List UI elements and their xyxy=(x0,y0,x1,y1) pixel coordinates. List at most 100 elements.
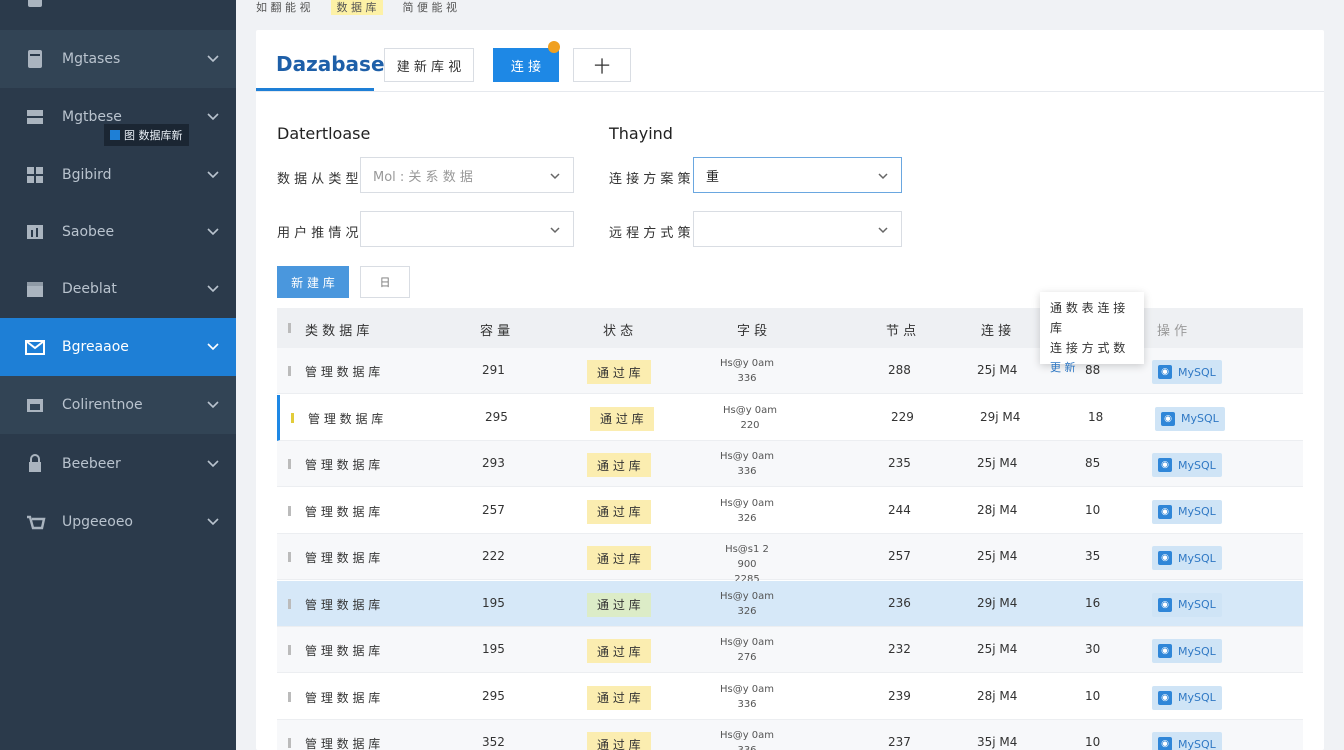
reset-button[interactable]: 日 xyxy=(360,266,410,298)
cell-field: Hs@y 0am 336 xyxy=(717,728,777,750)
mysql-action-button[interactable]: ◉ MySQL xyxy=(1152,499,1222,524)
chart-icon xyxy=(24,221,46,243)
breadcrumb-item-active[interactable]: 数 据 库 xyxy=(330,0,383,15)
table-row[interactable]: 管 理 数 据 库 295 通 过 库 Hs@y 0am 220 229 29j M4 18 ◉… xyxy=(277,394,1303,441)
cell-field-line: Hs@y 0am xyxy=(719,497,775,509)
breadcrumb-item[interactable]: 如 翻 能 视 xyxy=(256,0,311,15)
mysql-action-button[interactable]: ◉ MySQL xyxy=(1152,360,1222,384)
notification-badge xyxy=(548,41,560,53)
mysql-action-button[interactable]: ◉ MySQL xyxy=(1155,406,1225,431)
table-row[interactable]: 管 理 数 据 库 352 通 过 库 Hs@y 0am 336 237 35j M4 10 ◉… xyxy=(277,720,1303,750)
cell-node: 237 xyxy=(888,735,911,749)
connect-button[interactable]: 连 接 xyxy=(493,48,559,82)
sidebar-item-label: Beebeer xyxy=(62,456,121,472)
column-header[interactable]: 连 接 xyxy=(981,320,1011,339)
database-icon: ◉ xyxy=(1158,365,1172,379)
add-tab-button[interactable]: 十 xyxy=(573,48,631,82)
cell-field-line: 326 xyxy=(737,605,757,617)
chevron-down-icon xyxy=(207,113,219,121)
cell-field-line: 220 xyxy=(740,419,760,431)
breadcrumb-item[interactable]: 简 便 能 视 xyxy=(403,0,458,15)
field-label: 数 据 从 类 型 : xyxy=(277,172,368,187)
cell-connection: 25j M4 xyxy=(977,363,1018,377)
chevron-down-icon xyxy=(207,460,219,468)
mysql-action-button[interactable]: ◉ MySQL xyxy=(1152,732,1222,750)
cell-field-line: Hs@y 0am xyxy=(719,590,775,602)
mysql-action-button[interactable]: ◉ MySQL xyxy=(1152,592,1222,617)
mysql-action-button[interactable]: ◉ MySQL xyxy=(1152,639,1222,663)
table-row[interactable]: 管 理 数 据 库 195 通 过 库 Hs@y 0am 326 236 29j M4 16 ◉… xyxy=(277,580,1303,627)
table-row[interactable]: 管 理 数 据 库 222 通 过 库 Hs@s1 2 900 2285 257 25j M… xyxy=(277,534,1303,585)
column-header[interactable]: 类 数 据 库 xyxy=(305,320,369,339)
database-icon: ◉ xyxy=(1158,597,1172,612)
mysql-action-button[interactable]: ◉ MySQL xyxy=(1152,685,1222,710)
connection-scheme-select[interactable]: 重 xyxy=(693,157,902,193)
create-button[interactable]: 新 建 库 xyxy=(277,266,349,298)
cell-field-line: 336 xyxy=(737,373,757,384)
table-row[interactable]: 管 理 数 据 库 291 通 过 库 Hs@y 0am 336 288 25j M4 88 ◉… xyxy=(277,348,1303,394)
sidebar-item-label: Bgreaaoe xyxy=(62,339,129,355)
sidebar-item-mgtases[interactable]: Mgtases xyxy=(0,30,236,88)
cell-node: 239 xyxy=(888,688,911,703)
tab-database[interactable]: Dazabase xyxy=(276,52,385,76)
table-row[interactable]: 管 理 数 据 库 293 通 过 库 Hs@y 0am 336 235 25j M4 85 ◉… xyxy=(277,441,1303,487)
sidebar-item-upgeeoeo[interactable]: Upgeeoeo xyxy=(0,493,236,551)
sidebar-tooltip: 图 数据库新 xyxy=(104,124,189,146)
sidebar-item-bgibird[interactable]: Bgibird xyxy=(0,146,236,204)
sidebar-item-saobee[interactable]: Saobee xyxy=(0,203,236,261)
cell-connection: 28j M4 xyxy=(977,688,1018,703)
database-icon: ◉ xyxy=(1161,411,1175,426)
cell-name: 管 理 数 据 库 xyxy=(305,644,381,658)
database-icon xyxy=(24,0,46,10)
tab-active-indicator xyxy=(256,88,374,91)
popover-link[interactable]: 更 新 xyxy=(1050,358,1134,378)
sidebar-item-label: Bgibird xyxy=(62,167,112,183)
table-row[interactable]: 管 理 数 据 库 195 通 过 库 Hs@y 0am 276 232 25j M4 30 ◉… xyxy=(277,627,1303,673)
cell-name: 管 理 数 据 库 xyxy=(305,504,381,519)
table-row[interactable]: 管 理 数 据 库 295 通 过 库 Hs@y 0am 336 239 28j M4 10 ◉… xyxy=(277,673,1303,720)
sidebar-item-bgreaaoe[interactable]: Bgreaaoe xyxy=(0,318,236,376)
cell-capacity: 352 xyxy=(482,735,505,749)
cell-capacity: 222 xyxy=(482,549,505,563)
popover-line[interactable]: 连 接 方 式 数 xyxy=(1050,338,1134,358)
lock-icon xyxy=(24,453,46,475)
table-row[interactable]: 管 理 数 据 库 257 通 过 库 Hs@y 0am 326 244 28j M4 10 ◉… xyxy=(277,487,1303,534)
sidebar-item-beebeer[interactable]: Beebeer xyxy=(0,435,236,493)
sidebar-item-deeblat[interactable]: Deeblat xyxy=(0,260,236,318)
mysql-label: MySQL xyxy=(1181,412,1219,425)
remote-mode-select[interactable] xyxy=(693,211,902,247)
cell-connection: 29j M4 xyxy=(977,595,1018,610)
mysql-label: MySQL xyxy=(1178,505,1216,518)
column-header[interactable]: 操 作 xyxy=(1157,320,1187,339)
cell-connection: 25j M4 xyxy=(977,456,1018,470)
sidebar-item-label: Saobee xyxy=(62,224,115,240)
chevron-down-icon xyxy=(878,227,888,234)
row-marker xyxy=(288,366,291,376)
column-header[interactable]: 节 点 xyxy=(886,320,916,339)
popover-line[interactable]: 通 数 表 连 接 库 xyxy=(1050,298,1134,338)
mysql-action-button[interactable]: ◉ MySQL xyxy=(1152,546,1222,570)
column-header[interactable]: 字 段 xyxy=(737,320,767,339)
user-status-select[interactable] xyxy=(360,211,574,247)
database-type-select[interactable]: Mol : 关 系 数 据 xyxy=(360,157,574,193)
cell-count: 85 xyxy=(1085,456,1101,470)
column-header[interactable]: 容 量 xyxy=(480,320,510,339)
cart-icon xyxy=(24,511,46,533)
mysql-action-button[interactable]: ◉ MySQL xyxy=(1152,453,1222,477)
database-icon: ◉ xyxy=(1158,551,1172,565)
column-header[interactable]: 状 态 xyxy=(603,320,633,339)
sidebar-item-label: Mgtases xyxy=(62,51,121,67)
new-database-button[interactable]: 建 新 库 视 xyxy=(384,48,474,82)
cell-count: 30 xyxy=(1085,642,1101,656)
chevron-down-icon xyxy=(207,55,219,63)
cell-capacity: 295 xyxy=(482,688,505,703)
mysql-label: MySQL xyxy=(1178,365,1216,379)
sidebar-item-0[interactable] xyxy=(0,0,236,28)
cell-connection: 28j M4 xyxy=(977,502,1018,517)
database-icon: ◉ xyxy=(1158,644,1172,658)
sidebar-item-colirentnoe[interactable]: Colirentnoe xyxy=(0,376,236,434)
cell-field-line: Hs@s1 2 900 xyxy=(725,544,769,570)
sidebar-item-label: Upgeeoeo xyxy=(62,514,133,530)
cell-field: Hs@y 0am 220 xyxy=(720,403,780,433)
status-badge: 通 过 库 xyxy=(590,406,654,431)
